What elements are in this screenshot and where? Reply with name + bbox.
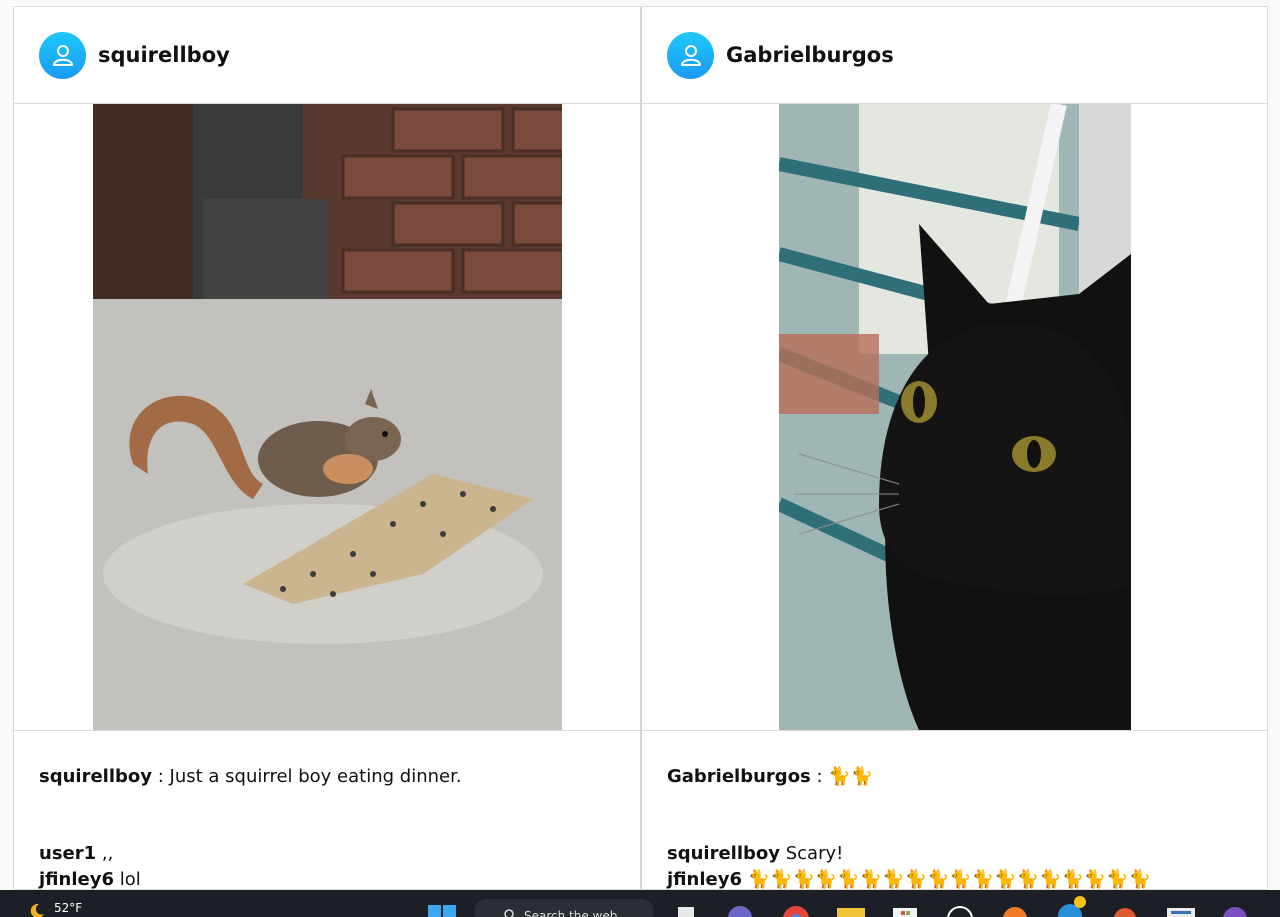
teams-icon[interactable] bbox=[727, 904, 753, 917]
comment: jfinley6 lol bbox=[39, 867, 615, 890]
cat-photo bbox=[778, 104, 1131, 730]
caption-username[interactable]: squirellboy bbox=[39, 766, 152, 787]
comment: squirellboy Scary! bbox=[667, 841, 1242, 867]
weather-icon[interactable] bbox=[30, 902, 46, 917]
news-icon[interactable] bbox=[1166, 904, 1196, 917]
caption-separator: : bbox=[810, 766, 829, 787]
post-header: Gabrielburgos bbox=[642, 7, 1267, 104]
comment-list: user1 ,, jfinley6 lol bbox=[39, 841, 615, 890]
post-caption-area: Gabrielburgos : 🐈🐈 squirellboy Scary! jf… bbox=[642, 731, 1267, 890]
post-header: squirellboy bbox=[14, 7, 640, 104]
search-icon bbox=[504, 909, 514, 917]
caption-text: Just a squirrel boy eating dinner. bbox=[169, 766, 462, 787]
post-caption: squirellboy : Just a squirrel boy eating… bbox=[39, 765, 615, 789]
post-card: Gabrielburgos Gabrielburgos: 🐈🐈 squirel… bbox=[641, 6, 1268, 890]
search-placeholder: Search the web bbox=[524, 909, 618, 917]
comment-text: ,, bbox=[96, 843, 114, 864]
post-caption: Gabrielburgos : 🐈🐈 bbox=[667, 765, 1242, 789]
windows-start-icon[interactable] bbox=[428, 904, 456, 917]
comment-text: 🐈🐈🐈🐈🐈🐈🐈🐈🐈🐈🐈🐈🐈🐈🐈🐈🐈🐈 bbox=[741, 869, 1152, 890]
post-feed: squirellboy squirellboy: Just a squirre… bbox=[13, 6, 1268, 890]
comment: user1 ,, bbox=[39, 841, 615, 867]
comment-username[interactable]: jfinley6 bbox=[39, 869, 114, 889]
post-media bbox=[14, 104, 640, 731]
post-caption-area: squirellboy : Just a squirrel boy eating… bbox=[14, 731, 640, 890]
user-avatar-icon[interactable] bbox=[39, 31, 86, 79]
firefox-icon[interactable] bbox=[1001, 904, 1029, 917]
user-avatar-icon[interactable] bbox=[667, 31, 714, 79]
search-box[interactable]: Search the web bbox=[474, 899, 654, 917]
comment-text: lol bbox=[113, 869, 141, 890]
chrome-icon[interactable] bbox=[782, 904, 810, 917]
comment-username[interactable]: user1 bbox=[39, 843, 96, 864]
store-icon[interactable] bbox=[891, 904, 919, 917]
caption-username[interactable]: Gabrielburgos bbox=[667, 766, 811, 787]
post-card: squirellboy squirellboy: Just a squirre… bbox=[13, 6, 641, 890]
github-icon[interactable] bbox=[946, 904, 974, 917]
edge-icon[interactable] bbox=[1056, 896, 1086, 917]
taskbar: 52°F Search the web bbox=[0, 890, 1280, 917]
comment-text: Scary! bbox=[780, 843, 844, 864]
weather-temp[interactable]: 52°F bbox=[54, 901, 82, 915]
task-view-icon[interactable] bbox=[674, 904, 698, 917]
post-username[interactable]: squirellboy bbox=[98, 43, 230, 67]
post-username[interactable]: Gabrielburgos bbox=[726, 43, 894, 67]
caption-text: 🐈🐈 bbox=[828, 766, 874, 787]
comment: jfinley6 🐈🐈🐈🐈🐈🐈🐈🐈🐈🐈🐈🐈🐈🐈🐈🐈🐈🐈 bbox=[667, 867, 1242, 890]
comment-list: squirellboy Scary! jfinley6 🐈🐈🐈🐈🐈🐈🐈🐈🐈🐈🐈🐈… bbox=[667, 841, 1242, 890]
app-icon[interactable] bbox=[1111, 904, 1139, 917]
file-explorer-icon[interactable] bbox=[836, 904, 866, 917]
comment-username[interactable]: squirellboy bbox=[667, 843, 780, 864]
app-icon-2[interactable] bbox=[1221, 904, 1249, 917]
squirrel-photo bbox=[92, 104, 562, 730]
comment-username[interactable]: jfinley6 bbox=[667, 869, 742, 889]
caption-separator: : bbox=[152, 766, 170, 787]
post-media bbox=[642, 104, 1267, 731]
